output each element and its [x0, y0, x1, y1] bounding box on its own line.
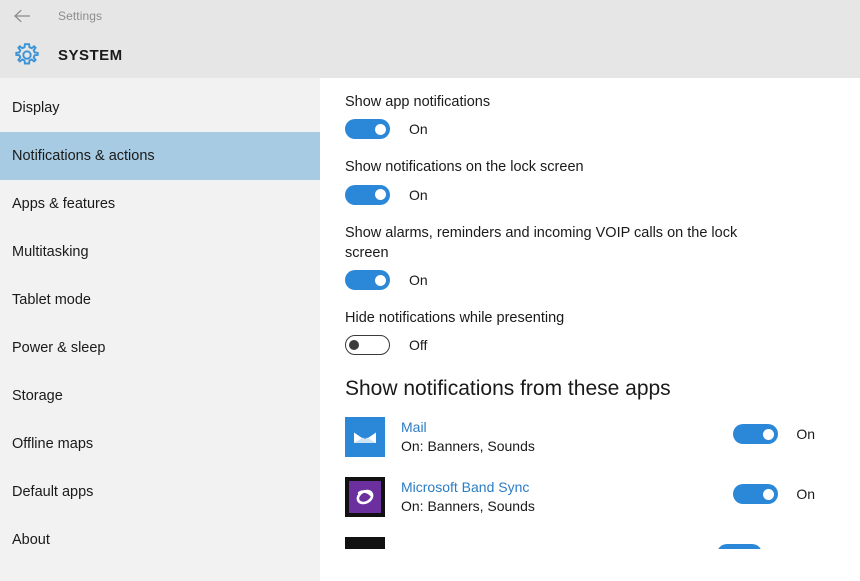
- sidebar-item-label: Tablet mode: [12, 292, 91, 308]
- setting-lock-screen-notifications: Show notifications on the lock screen On: [345, 157, 860, 205]
- toggle-row: On: [345, 119, 860, 140]
- title-bar: Settings: [0, 0, 860, 32]
- toggle-row: On: [733, 424, 815, 445]
- app-row-mail: Mail On: Banners, Sounds On: [345, 417, 860, 477]
- window-title: Settings: [58, 9, 103, 23]
- setting-alarms-voip-lock-screen: Show alarms, reminders and incoming VOIP…: [345, 223, 860, 291]
- sidebar-item-power-sleep[interactable]: Power & sleep: [0, 324, 320, 372]
- gear-icon: [0, 42, 48, 68]
- hide-while-presenting-toggle[interactable]: [345, 335, 390, 356]
- toggle-row: On: [733, 484, 815, 505]
- sidebar-item-label: Default apps: [12, 484, 94, 500]
- toggle-row: Off: [345, 335, 860, 356]
- apps-section-heading: Show notifications from these apps: [345, 377, 671, 401]
- toggle-row: On: [345, 270, 860, 291]
- sidebar-item-label: About: [12, 532, 50, 548]
- toggle-state-label: Off: [409, 337, 428, 354]
- toggle-row: On: [345, 184, 860, 205]
- sidebar-item-about[interactable]: About: [0, 516, 320, 564]
- settings-window: Settings SYSTEM Display Notifications & …: [0, 0, 860, 581]
- mail-notifications-toggle[interactable]: [733, 424, 779, 445]
- app-name-link[interactable]: Mail: [401, 418, 535, 437]
- back-button[interactable]: [0, 0, 46, 32]
- sidebar-item-apps-features[interactable]: Apps & features: [0, 180, 320, 228]
- app-tile-partial-icon: [345, 537, 385, 550]
- toggle-state-label: On: [796, 426, 815, 443]
- page-title: SYSTEM: [58, 46, 123, 64]
- back-arrow-icon: [13, 9, 33, 23]
- setting-show-app-notifications: Show app notifications On: [345, 92, 860, 140]
- toggle-state-label: On: [796, 486, 815, 503]
- sidebar-item-label: Power & sleep: [12, 340, 106, 356]
- setting-label: Hide notifications while presenting: [345, 310, 565, 327]
- sidebar-item-storage[interactable]: Storage: [0, 372, 320, 420]
- sidebar-item-multitasking[interactable]: Multitasking: [0, 228, 320, 276]
- sidebar-item-default-apps[interactable]: Default apps: [0, 468, 320, 516]
- sidebar-item-label: Offline maps: [12, 436, 94, 452]
- sidebar-item-display[interactable]: Display: [0, 84, 320, 132]
- toggle-state-label: On: [409, 186, 428, 203]
- app-notifications-toggle-partial[interactable]: [717, 544, 762, 550]
- mail-envelope-icon: [345, 417, 385, 458]
- sidebar-item-label: Display: [12, 100, 60, 116]
- toggle-state-label: On: [409, 121, 428, 138]
- sidebar-item-offline-maps[interactable]: Offline maps: [0, 420, 320, 468]
- setting-label: Show notifications on the lock screen: [345, 159, 584, 176]
- app-status-text: On: Banners, Sounds: [401, 438, 535, 455]
- sidebar-item-tablet-mode[interactable]: Tablet mode: [0, 276, 320, 324]
- page-header: SYSTEM: [0, 32, 860, 78]
- app-name-link[interactable]: Microsoft Band Sync: [401, 478, 535, 497]
- sidebar-item-label: Storage: [12, 388, 63, 404]
- setting-label: Show app notifications: [345, 94, 491, 110]
- show-app-notifications-toggle[interactable]: [345, 119, 390, 140]
- toggle-state-label: On: [409, 272, 428, 289]
- sidebar-item-notifications-actions[interactable]: Notifications & actions: [0, 132, 320, 180]
- sidebar-item-label: Apps & features: [12, 196, 116, 212]
- app-info: Mail On: Banners, Sounds: [401, 417, 535, 456]
- setting-hide-while-presenting: Hide notifications while presenting Off: [345, 308, 860, 356]
- app-row-microsoft-band-sync: Microsoft Band Sync On: Banners, Sounds …: [345, 477, 860, 537]
- sidebar-item-label: Multitasking: [12, 244, 89, 260]
- sidebar-item-label: Notifications & actions: [12, 148, 155, 164]
- app-row-partial: [345, 537, 860, 550]
- lock-screen-notifications-toggle[interactable]: [345, 184, 390, 205]
- band-sync-icon: [345, 477, 385, 518]
- app-info: Microsoft Band Sync On: Banners, Sounds: [401, 477, 535, 516]
- alarms-voip-lock-screen-toggle[interactable]: [345, 270, 390, 291]
- microsoft-band-sync-notifications-toggle[interactable]: [733, 484, 779, 505]
- setting-label: Show alarms, reminders and incoming VOIP…: [345, 224, 738, 261]
- settings-content: Show app notifications On Show notificat…: [320, 78, 860, 581]
- sidebar-nav: Display Notifications & actions Apps & f…: [0, 78, 320, 581]
- app-status-text: On: Banners, Sounds: [401, 498, 535, 515]
